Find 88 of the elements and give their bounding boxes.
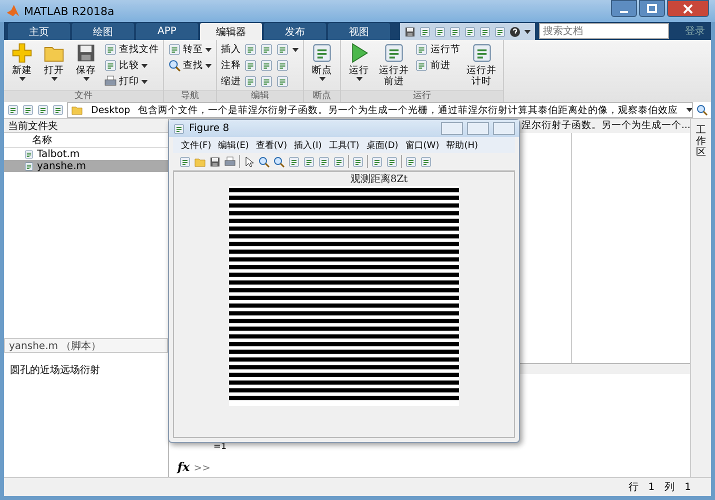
minimize-button[interactable]: [611, 0, 637, 17]
menu-item[interactable]: 插入(I): [294, 138, 322, 152]
caret-icon: [356, 77, 362, 81]
address-bar[interactable]: Desktop 包含两个文件，一个是菲涅尔衍射子函数。另一个为生成一个光栅，通过菲涅尔衍射计算其泰伯距离处的像，观察泰伯效应: [67, 102, 693, 118]
path-crumb[interactable]: 包含两个文件，一个是菲涅尔衍射子函数。另一个为生成一个光栅，通过菲涅尔衍射计算其泰伯距离处的像，观察泰伯效应: [138, 104, 678, 116]
plot-title: 观测距离8Zt: [350, 174, 408, 186]
group-label: 导航: [164, 90, 216, 102]
menu-item[interactable]: 帮助(H): [446, 138, 478, 152]
ribbon-button[interactable]: 运行: [345, 42, 373, 90]
caret-icon: [524, 30, 531, 34]
side-tab[interactable]: 工作区: [696, 125, 706, 477]
caret-icon: [141, 80, 148, 84]
editor-header: 涅尔衍射子函数。另一个为生成一个...: [521, 120, 690, 131]
group-label: 编辑: [217, 90, 303, 102]
ribbon-tab[interactable]: 主页: [8, 23, 70, 40]
column-label: 列: [664, 481, 675, 494]
ribbon-tab[interactable]: 绘图: [72, 23, 134, 40]
path-crumb[interactable]: Desktop: [91, 104, 130, 116]
plus-icon: [11, 42, 33, 64]
ribbon-button[interactable]: 运行节: [415, 42, 460, 57]
menu-item[interactable]: 查看(V): [256, 138, 288, 152]
close-icon: [683, 4, 693, 14]
printer-icon: [104, 75, 117, 88]
zoom-out-icon: [273, 156, 285, 168]
menu-item[interactable]: 桌面(D): [366, 138, 398, 152]
group-label: 文件: [4, 90, 163, 102]
details-title: yanshe.m （脚本）: [9, 341, 102, 352]
caret-icon: [292, 48, 299, 52]
window-title: MATLAB R2018a: [24, 4, 114, 18]
caret-icon: [141, 64, 148, 68]
caret-icon: [686, 108, 692, 112]
ribbon-button[interactable]: 比较: [104, 58, 159, 73]
magnifier-icon: [696, 104, 708, 116]
menu-item[interactable]: 窗口(W): [405, 138, 440, 152]
printer-icon: [224, 156, 236, 168]
zoom-in-icon: [258, 156, 270, 168]
ribbon-button[interactable]: 查找文件: [104, 42, 159, 57]
ribbon-button[interactable]: 新建: [8, 42, 36, 90]
minimize-icon: [620, 10, 628, 12]
ribbon-tab[interactable]: 视图: [328, 23, 390, 40]
row-label: 行: [628, 481, 638, 494]
column-header[interactable]: 名称: [32, 135, 52, 146]
caret-icon: [318, 77, 326, 81]
ribbon-tab[interactable]: APP: [136, 23, 198, 40]
panel-title: 当前文件夹: [8, 121, 58, 132]
ribbon-button[interactable]: 断点: [308, 42, 336, 90]
help-icon: [509, 26, 521, 38]
column-number: 1: [684, 482, 691, 492]
ribbon-label: 注释: [221, 59, 241, 72]
ribbon-label: 缩进: [221, 75, 241, 88]
caret-icon: [18, 77, 26, 81]
ribbon-button[interactable]: 运行并前进: [377, 42, 412, 90]
caret-icon: [50, 77, 58, 81]
menu-item[interactable]: 工具(T): [328, 138, 360, 152]
command-prompt: >>: [194, 463, 210, 474]
ribbon-button[interactable]: 打开: [40, 42, 68, 90]
ribbon-button[interactable]: 打印: [104, 74, 159, 89]
caret-icon: [82, 77, 90, 81]
menu-item[interactable]: 文件(F): [181, 138, 212, 152]
maximize-icon: [647, 4, 657, 14]
function-button[interactable]: fx: [177, 460, 190, 474]
group-label: 运行: [341, 90, 503, 102]
file-item[interactable]: yanshe.m: [4, 160, 168, 172]
figure-title: Figure 8: [189, 123, 230, 134]
caret-icon: [205, 48, 212, 52]
close-button[interactable]: [667, 0, 709, 17]
matlab-logo-icon: [6, 4, 20, 18]
row-number: 1: [648, 482, 655, 492]
caret-icon: [205, 64, 212, 68]
ribbon-tab[interactable]: 编辑器: [200, 23, 262, 40]
ribbon-button[interactable]: 转至: [168, 42, 212, 57]
maximize-button[interactable]: [639, 0, 665, 17]
folder-icon: [71, 104, 83, 116]
ribbon-tab[interactable]: 发布: [264, 23, 326, 40]
folder-icon: [194, 156, 206, 168]
ribbon-button[interactable]: 保存: [72, 42, 100, 90]
ribbon-button[interactable]: 查找: [168, 58, 212, 73]
login-link[interactable]: 登录: [685, 24, 705, 38]
ribbon-button[interactable]: 前进: [415, 58, 460, 73]
details-description: 圆孔的近场远场衍射: [10, 365, 100, 376]
group-label: 断点: [304, 90, 340, 102]
search-field[interactable]: 搜索文档: [539, 23, 669, 39]
pointer-icon: [243, 156, 255, 168]
ribbon-button[interactable]: 运行并计时: [464, 42, 499, 90]
magnifier-icon: [168, 59, 181, 72]
menu-item[interactable]: 编辑(E): [218, 138, 249, 152]
file-item[interactable]: Talbot.m: [4, 148, 168, 160]
ribbon-label: 插入: [221, 43, 241, 56]
